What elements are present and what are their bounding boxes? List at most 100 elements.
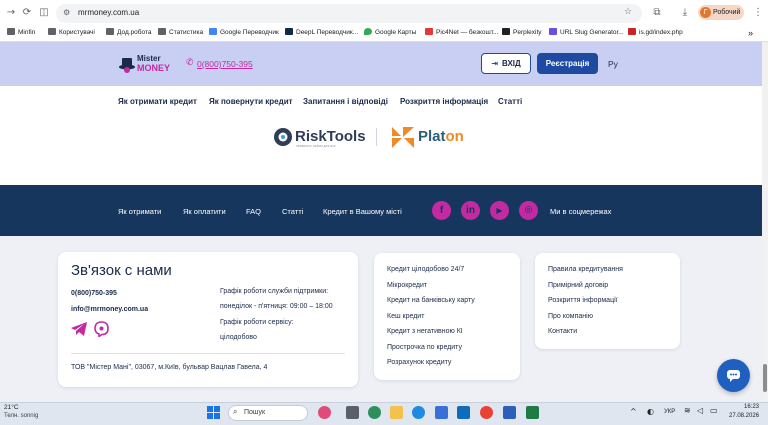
- nav-how-to-get-credit[interactable]: Як отримати кредит: [118, 97, 197, 106]
- mister-money-logo[interactable]: Mister MONEY: [118, 53, 174, 75]
- taskbar-search[interactable]: [228, 405, 308, 421]
- info-link[interactable]: Про компанію: [548, 313, 593, 320]
- clock-date[interactable]: 27.08.2026: [729, 413, 759, 419]
- youtube-icon[interactable]: ▶: [490, 201, 509, 220]
- profile-button[interactable]: Г Робочий: [698, 5, 744, 20]
- info-link[interactable]: Правила кредитування: [548, 266, 623, 273]
- folder-icon: [48, 28, 56, 35]
- login-icon: ⇥: [491, 59, 498, 68]
- more-bookmarks-icon[interactable]: »: [748, 28, 753, 38]
- credit-link[interactable]: Мікрокредит: [387, 282, 427, 289]
- keyboard-language[interactable]: УКР: [664, 409, 675, 415]
- outlook-icon[interactable]: [457, 406, 470, 419]
- wifi-icon[interactable]: ≋: [684, 406, 691, 415]
- excel-icon[interactable]: [526, 406, 539, 419]
- support-hours: понеділок - п'ятниця: 09:00 – 18:00: [220, 303, 333, 310]
- chrome-icon[interactable]: [480, 406, 493, 419]
- bookmark-minfin[interactable]: Minfin: [7, 28, 35, 38]
- band-link-articles[interactable]: Статті: [282, 207, 303, 216]
- search-icon: ⌕: [233, 407, 238, 416]
- platon-name[interactable]: Platon: [418, 128, 464, 145]
- social-label: Ми в соцмережах: [550, 207, 612, 216]
- task-view-icon[interactable]: [346, 406, 359, 419]
- profile-label: Робочий: [713, 9, 741, 16]
- credit-link[interactable]: Кеш кредит: [387, 313, 424, 320]
- weather-description[interactable]: Телн. sonnig: [4, 413, 38, 419]
- bookmark-star-icon[interactable]: ☆: [624, 7, 632, 17]
- credit-link[interactable]: Кредит з негативною КІ: [387, 328, 463, 335]
- credit-link[interactable]: Кредит на банківську карту: [387, 297, 475, 304]
- info-link[interactable]: Примірний договір: [548, 282, 608, 289]
- credit-link[interactable]: Прострочка по кредиту: [387, 344, 462, 351]
- login-label: ВХІД: [501, 59, 521, 68]
- store-icon[interactable]: [435, 406, 448, 419]
- logo-text-mister: Mister: [137, 54, 161, 63]
- credit-link[interactable]: Розрахунок кредиту: [387, 359, 451, 366]
- clock-time[interactable]: 16:23: [744, 404, 759, 410]
- scrollbar-thumb[interactable]: [763, 364, 767, 392]
- bookmark-google-translate[interactable]: Google Переводчик: [209, 28, 279, 38]
- band-link-how-to-get[interactable]: Як отримати: [118, 207, 161, 216]
- language-switch[interactable]: Ру: [608, 59, 618, 69]
- split-view-icon[interactable]: ◫: [37, 6, 51, 20]
- bookmark-isgd[interactable]: is.gd/index.php: [628, 28, 683, 38]
- linkedin-icon[interactable]: in: [461, 201, 480, 220]
- extensions-icon[interactable]: ⧉: [650, 6, 664, 20]
- service-hours-title: Графік роботи сервісу:: [220, 319, 294, 326]
- widgets-icon[interactable]: [318, 406, 331, 419]
- tray-app-icon[interactable]: ◐: [647, 407, 654, 416]
- tray-chevron-icon[interactable]: ^: [630, 407, 637, 416]
- site-header: [0, 42, 768, 86]
- nav-disclosure[interactable]: Розкриття інформація: [400, 97, 488, 106]
- band-link-how-to-pay[interactable]: Як оплатити: [183, 207, 226, 216]
- reload-icon[interactable]: ⟳: [20, 6, 34, 20]
- bookmark-pic4net[interactable]: Pic4Net — безкошт...: [425, 28, 498, 38]
- copilot-icon[interactable]: [368, 406, 381, 419]
- file-explorer-icon[interactable]: [390, 406, 403, 419]
- menu-icon[interactable]: ⋮: [751, 6, 765, 20]
- facebook-icon[interactable]: f: [432, 201, 451, 220]
- bookmark-google-maps[interactable]: Google Карты: [364, 28, 416, 38]
- info-link[interactable]: Контакти: [548, 328, 577, 335]
- address-bar[interactable]: ⚙ mrmoney.com.ua ☆: [56, 4, 642, 23]
- chat-button[interactable]: [717, 359, 750, 392]
- folder-icon: [106, 28, 114, 35]
- band-link-credit-in-city[interactable]: Кредит в Вашому місті: [323, 207, 402, 216]
- info-link[interactable]: Розкриття інформації: [548, 297, 618, 304]
- bookmark-perplexity[interactable]: Perplexity: [502, 28, 542, 38]
- bookmark-url-slug[interactable]: URL Slug Generator...: [549, 28, 624, 38]
- word-icon[interactable]: [503, 406, 516, 419]
- register-button[interactable]: Реєстрація: [537, 53, 598, 74]
- risktools-name[interactable]: RiskTools: [295, 128, 366, 145]
- bookmark-extra-work[interactable]: Дод.робота: [106, 28, 152, 38]
- edge-icon[interactable]: [412, 406, 425, 419]
- site-info-icon[interactable]: ⚙: [63, 8, 70, 17]
- header-phone-link[interactable]: 0(800)750-395: [197, 59, 253, 69]
- risktools-tagline: ПРАВИЛЬНІ ЗАЙМИ ДЛЯ ВАС: [296, 145, 336, 148]
- contact-email[interactable]: info@mrmoney.com.ua: [71, 306, 148, 313]
- nav-faq[interactable]: Запитання і відповіді: [303, 97, 388, 106]
- back-icon[interactable]: →: [4, 6, 18, 20]
- download-icon[interactable]: ⤓: [678, 6, 692, 20]
- band-link-faq[interactable]: FAQ: [246, 207, 261, 216]
- windows-start-icon[interactable]: [207, 406, 220, 419]
- weather-temperature[interactable]: 21°C: [4, 404, 19, 411]
- battery-icon[interactable]: ▭: [710, 406, 718, 415]
- instagram-icon[interactable]: ◎: [519, 201, 538, 220]
- avatar: Г: [700, 7, 711, 18]
- viber-icon[interactable]: [94, 321, 109, 337]
- login-button[interactable]: ⇥ ВХІД: [481, 53, 531, 74]
- contact-phone[interactable]: 0(800)750-395: [71, 290, 117, 297]
- bookmark-statistics[interactable]: Статистика: [158, 28, 203, 38]
- company-address: ТОВ "Містер Мані", 03067, м.Київ, бульва…: [71, 364, 268, 371]
- folder-icon: [158, 28, 166, 35]
- bookmark-deepl[interactable]: DeepL Переводчик...: [285, 28, 358, 38]
- nav-articles[interactable]: Статті: [498, 97, 522, 106]
- volume-icon[interactable]: ◁: [697, 406, 703, 415]
- nav-how-to-repay[interactable]: Як повернути кредит: [209, 97, 293, 106]
- credit-link[interactable]: Кредит цілодобово 24/7: [387, 266, 464, 273]
- telegram-icon[interactable]: [71, 322, 87, 336]
- page-scrollbar[interactable]: [762, 42, 768, 402]
- phone-icon: ✆: [186, 58, 194, 68]
- bookmark-users[interactable]: Користувачі: [48, 28, 95, 38]
